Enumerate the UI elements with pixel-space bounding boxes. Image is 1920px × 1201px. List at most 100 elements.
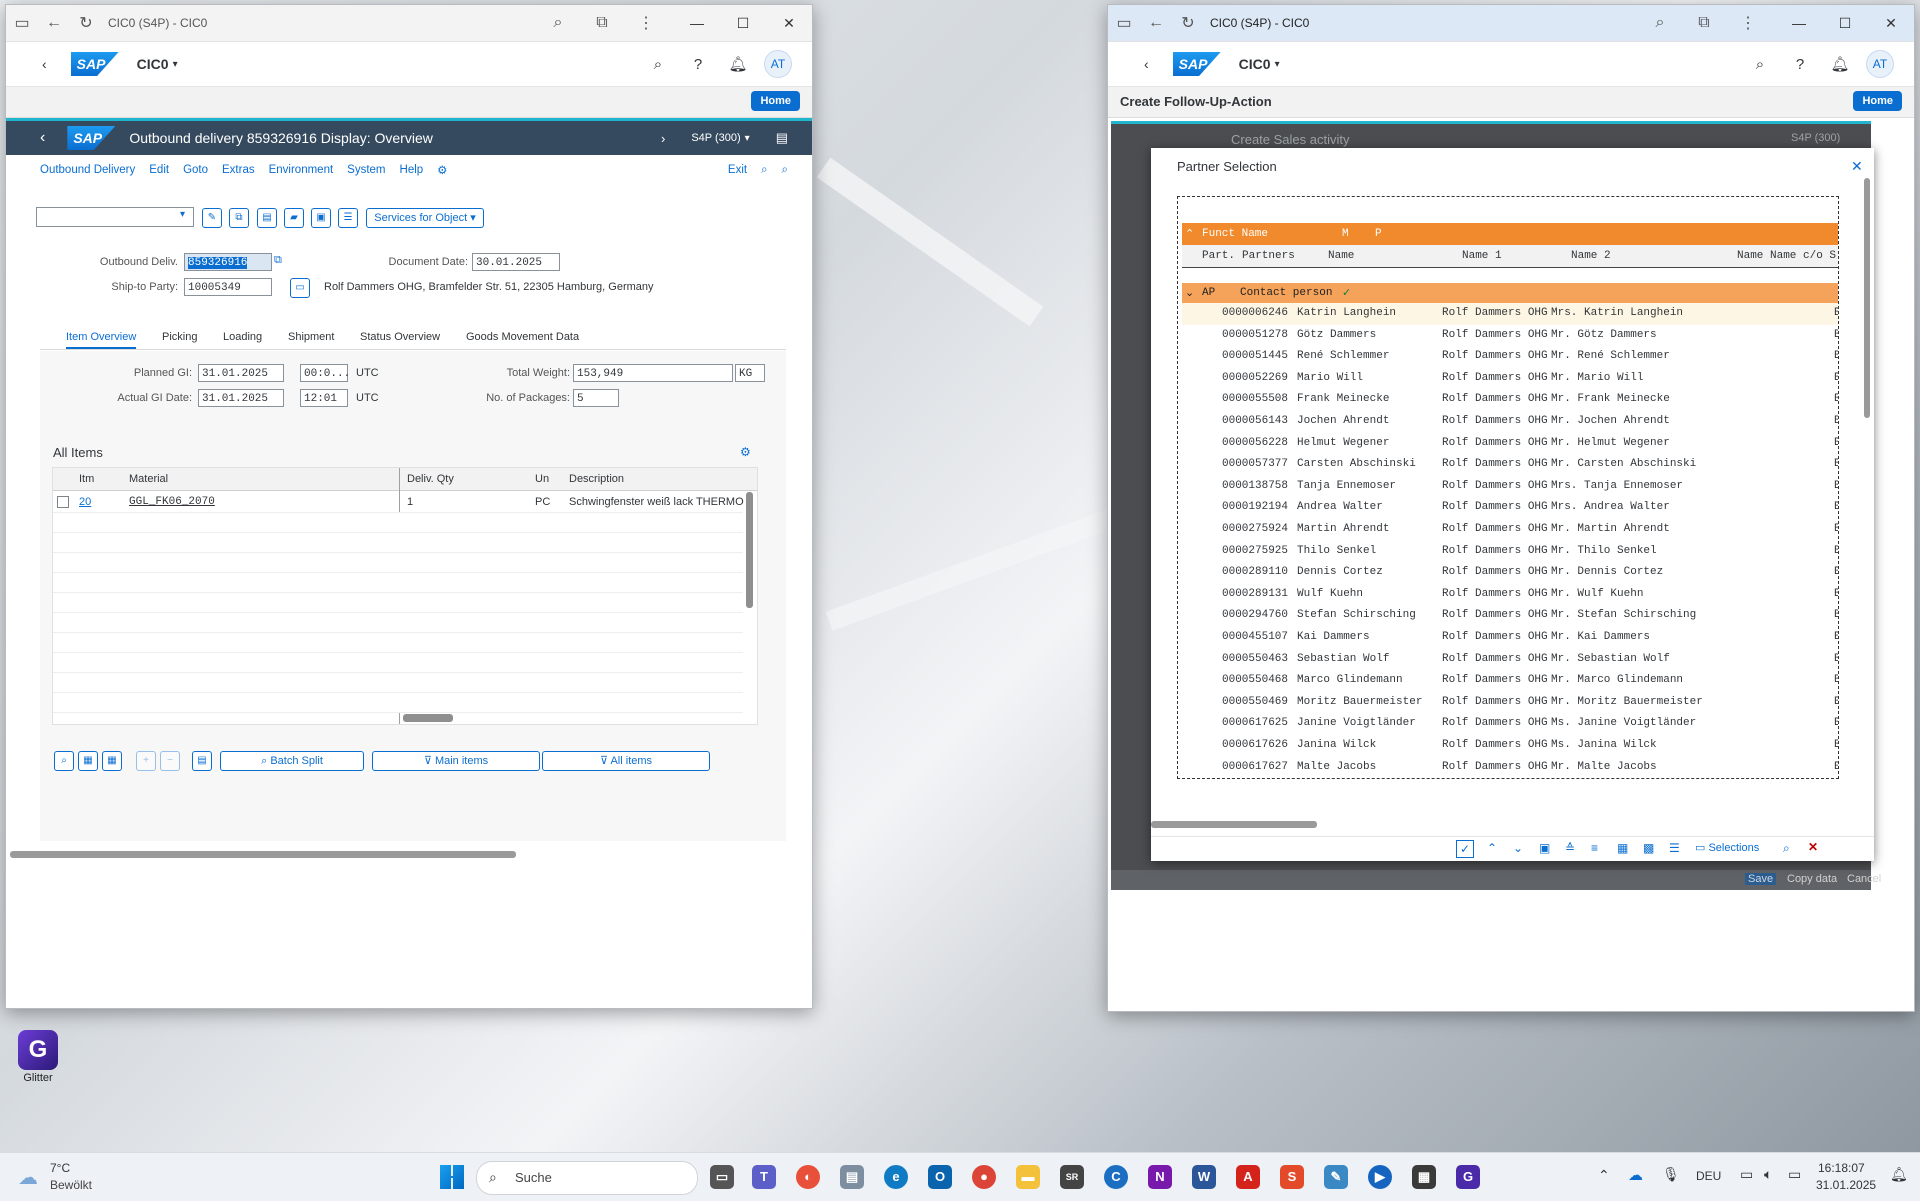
maximize-button[interactable]: ☐ xyxy=(1822,15,1868,32)
close-button[interactable]: ✕ xyxy=(766,15,812,32)
calculator-icon[interactable]: ▦ xyxy=(1412,1165,1436,1189)
chevron-up-icon[interactable]: ⌃ xyxy=(1598,1167,1610,1184)
col-deliv-qty[interactable]: Deliv. Qty xyxy=(407,473,454,485)
list-icon[interactable]: ☰ xyxy=(338,208,358,228)
system-label[interactable]: S4P (300) xyxy=(691,132,740,144)
more-menu-icon[interactable]: ⋮ xyxy=(1738,13,1758,33)
battery-icon[interactable]: ▭ xyxy=(1788,1166,1801,1183)
col-unit[interactable]: Un xyxy=(535,473,549,485)
task-view-icon[interactable]: ▭ xyxy=(710,1165,734,1189)
chevron-down-icon[interactable]: ▾ xyxy=(173,59,178,70)
grid-alt-icon[interactable]: ▦ xyxy=(102,751,122,771)
batch-split-button[interactable]: ⌕ Batch Split xyxy=(220,751,364,771)
avatar[interactable]: AT xyxy=(1866,50,1894,78)
zoom-icon[interactable]: ⌕ xyxy=(548,13,568,33)
partner-row[interactable]: 0000051278 Götz Dammers Rolf Dammers OHG Mr… xyxy=(1182,325,1838,347)
cancel-icon[interactable]: ✕ xyxy=(1808,840,1818,854)
home-button[interactable]: Home xyxy=(1853,91,1902,111)
sap-gui-icon[interactable]: ▤ xyxy=(840,1165,864,1189)
player-icon[interactable]: ▶ xyxy=(1368,1165,1392,1189)
sync-app-icon[interactable]: C xyxy=(1104,1165,1128,1189)
address-card-icon[interactable]: ▭ xyxy=(290,278,310,298)
ship-to-field[interactable]: 10005349 xyxy=(184,278,272,296)
weather-desc[interactable]: Bewölkt xyxy=(50,1178,92,1192)
partner-row[interactable]: 0000294760 Stefan Schirsching Rolf Dammers… xyxy=(1182,605,1838,627)
box-icon[interactable]: ▣ xyxy=(311,208,331,228)
tab-loading[interactable]: Loading xyxy=(223,331,262,343)
partner-row[interactable]: 0000052269 Mario Will Rolf Dammers OHG Mr. … xyxy=(1182,368,1838,390)
desktop-shortcut[interactable]: G Glitter xyxy=(14,1030,62,1084)
app-title[interactable]: CIC0 xyxy=(1239,56,1271,72)
image-icon[interactable]: ▣ xyxy=(1539,841,1550,855)
word-icon[interactable]: W xyxy=(1192,1165,1216,1189)
partner-row[interactable]: 0000289131 Wulf Kuehn Rolf Dammers OHG Mr. … xyxy=(1182,584,1838,606)
scroll-up-icon[interactable]: ⌃ xyxy=(1487,841,1497,855)
avatar[interactable]: AT xyxy=(764,50,792,78)
weight-unit-field[interactable]: KG xyxy=(735,364,765,382)
col-partners[interactable]: Partners xyxy=(1242,250,1295,262)
tab-status-overview[interactable]: Status Overview xyxy=(360,331,440,343)
funct-name-header[interactable]: Funct Name xyxy=(1202,228,1268,240)
tab-picking[interactable]: Picking xyxy=(162,331,197,343)
layout-alt-icon[interactable]: ▩ xyxy=(1643,841,1654,855)
partner-row[interactable]: 0000051445 René Schlemmer Rolf Dammers OHG… xyxy=(1182,346,1838,368)
partner-row[interactable]: 0000138758 Tanja Ennemoser Rolf Dammers OH… xyxy=(1182,476,1838,498)
expand-icon[interactable]: ⌄ xyxy=(1185,286,1194,300)
chevron-down-icon[interactable]: ▾ xyxy=(745,133,750,144)
actual-gi-date-field[interactable]: 31.01.2025 xyxy=(198,389,284,407)
notification-bell-icon[interactable]: 🔔︎ xyxy=(1890,1166,1908,1183)
chevron-down-icon[interactable]: ▾ xyxy=(1275,59,1280,70)
partner-row[interactable]: 0000192194 Andrea Walter Rolf Dammers OHG M… xyxy=(1182,497,1838,519)
row-material[interactable]: GGL_FK06_2070 xyxy=(129,496,215,508)
partner-row[interactable]: 0000275925 Thilo Senkel Rolf Dammers OHG Mr… xyxy=(1182,541,1838,563)
partner-row[interactable]: 0000617627 Malte Jacobs Rolf Dammers OHG Mr… xyxy=(1182,757,1838,778)
partner-row[interactable]: 0000455107 Kai Dammers Rolf Dammers OHG Mr.… xyxy=(1182,627,1838,649)
help-icon[interactable]: ? xyxy=(1780,56,1820,73)
edge-icon[interactable]: e xyxy=(884,1165,908,1189)
remove-icon[interactable]: − xyxy=(160,751,180,771)
partner-row[interactable]: 0000055508 Frank Meinecke Rolf Dammers OHG… xyxy=(1182,389,1838,411)
s-app-icon[interactable]: S xyxy=(1280,1165,1304,1189)
shell-back-icon[interactable]: ‹ xyxy=(42,56,47,72)
copy-icon[interactable]: ⧉ xyxy=(229,208,249,228)
sap-logon-icon[interactable]: ◐ xyxy=(796,1165,820,1189)
print-icon[interactable]: ▤ xyxy=(192,751,212,771)
acrobat-icon[interactable]: A xyxy=(1236,1165,1260,1189)
sort-ascending-icon[interactable]: ≙ xyxy=(1565,841,1575,855)
weather-temp[interactable]: 7°C xyxy=(50,1161,70,1175)
chrome-icon[interactable]: ● xyxy=(972,1165,996,1189)
partner-row[interactable]: 0000617625 Janine Voigtländer Rolf Dammers… xyxy=(1182,713,1838,735)
partner-row[interactable]: 0000550463 Sebastian Wolf Rolf Dammers OHG… xyxy=(1182,649,1838,671)
group-row-contact-person[interactable]: ⌄ AP Contact person ✓ xyxy=(1182,283,1838,303)
collapse-all-icon[interactable]: ⌃ xyxy=(1185,227,1194,241)
teams-icon[interactable]: T xyxy=(752,1165,776,1189)
clock-time[interactable]: 16:18:07 xyxy=(1818,1161,1865,1175)
total-weight-field[interactable]: 153,949 xyxy=(573,364,733,382)
partner-row[interactable]: 0000056143 Jochen Ahrendt Rolf Dammers OHG… xyxy=(1182,411,1838,433)
selections-button[interactable]: ▭ Selections xyxy=(1695,841,1759,854)
table-row[interactable]: 20 GGL_FK06_2070 1 PC Schwingfenster wei… xyxy=(53,492,744,513)
col-material[interactable]: Material xyxy=(129,473,168,485)
vertical-scrollbar[interactable] xyxy=(746,492,753,608)
list-icon[interactable]: ☰ xyxy=(1669,841,1680,855)
partner-row[interactable]: 0000550468 Marco Glindemann Rolf Dammers O… xyxy=(1182,670,1838,692)
search-icon[interactable]: ⌕ xyxy=(1740,56,1780,73)
filter-icon[interactable]: ≡ xyxy=(1591,841,1598,855)
bell-icon[interactable]: 🔔︎ xyxy=(718,55,758,73)
outbound-delivery-field[interactable]: 859326916 xyxy=(184,253,272,271)
language-indicator[interactable]: DEU xyxy=(1696,1169,1721,1183)
microphone-icon[interactable]: 🎙︎ xyxy=(1662,1166,1680,1183)
p-header[interactable]: P xyxy=(1375,228,1382,240)
action-dropdown[interactable] xyxy=(36,207,194,227)
planned-gi-date-field[interactable]: 31.01.2025 xyxy=(198,364,284,382)
packages-field[interactable]: 5 xyxy=(573,389,619,407)
file-explorer-icon[interactable]: ▬ xyxy=(1016,1165,1040,1189)
col-name-co[interactable]: Name Name c/o S xyxy=(1737,250,1836,262)
home-button[interactable]: Home xyxy=(751,91,800,111)
planned-gi-time-field[interactable]: 00:0... xyxy=(300,364,350,382)
more-menu-icon[interactable]: ⋮ xyxy=(636,13,656,33)
page-scrollbar[interactable] xyxy=(10,851,516,858)
back-arrow-icon[interactable]: ← xyxy=(44,13,64,33)
col-itm[interactable]: Itm xyxy=(79,473,94,485)
partner-row[interactable]: 0000275924 Martin Ahrendt Rolf Dammers OHG… xyxy=(1182,519,1838,541)
